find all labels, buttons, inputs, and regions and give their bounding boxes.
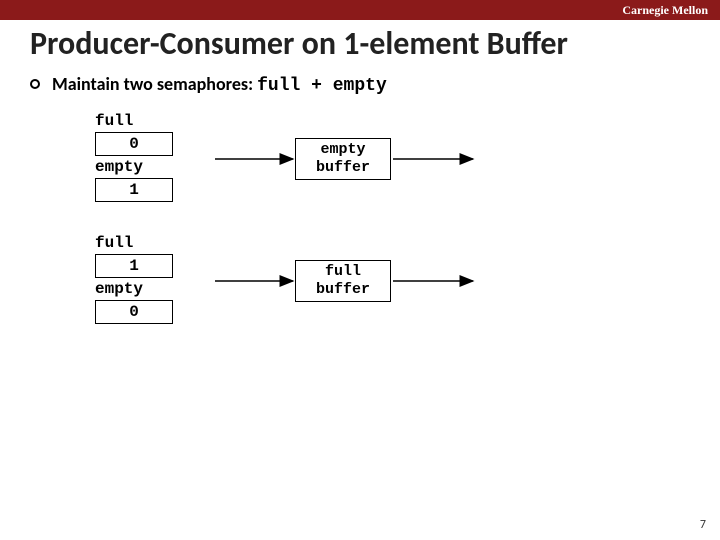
slide-title: Producer-Consumer on 1-element Buffer — [0, 20, 720, 71]
bullet-marker-icon — [30, 79, 40, 89]
arrows-1 — [95, 112, 495, 222]
university-label: Carnegie Mellon — [622, 3, 708, 18]
bullet-row: Maintain two semaphores: full + empty — [0, 71, 720, 106]
bullet-text: Maintain two semaphores: full + empty — [52, 73, 387, 96]
bullet-plus: + — [300, 76, 332, 96]
diagram-area: full 0 empty 1 empty buffer full 1 empty… — [95, 112, 720, 344]
bullet-pre: Maintain two semaphores: — [52, 73, 257, 95]
header-bar: Carnegie Mellon — [0, 0, 720, 20]
page-number: 7 — [700, 518, 706, 532]
bullet-sem2: empty — [333, 76, 387, 96]
arrows-2 — [95, 234, 495, 344]
state-group-empty: full 0 empty 1 empty buffer — [95, 112, 720, 222]
bullet-sem1: full — [257, 76, 300, 96]
state-group-full: full 1 empty 0 full buffer — [95, 234, 720, 344]
